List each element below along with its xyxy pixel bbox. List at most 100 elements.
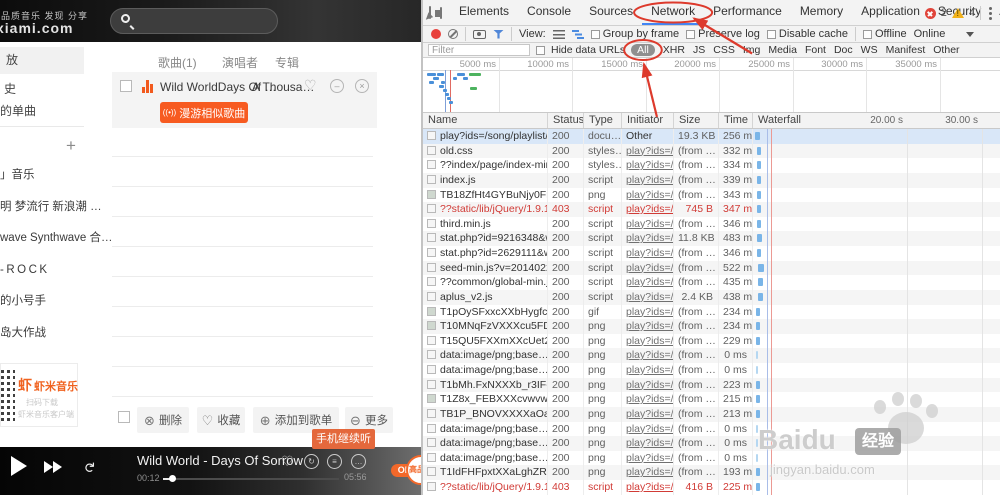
request-name-cell[interactable]: T15QU5FXXmXXcUet2f-1… (423, 333, 548, 349)
initiator-link[interactable]: play?ids=/so… (626, 232, 673, 244)
tab-elements[interactable]: Elements (450, 0, 518, 25)
network-request-row[interactable]: T1bMh.FxNXXXb_r3IF-72-…200png play?ids=/s… (423, 377, 1000, 393)
sidebar-playlist-item[interactable]: 明 梦流行 新浪潮 … (0, 198, 102, 216)
initiator-link[interactable]: play?ids=/so… (626, 291, 673, 303)
player-song-title[interactable]: Wild World - Days Of Sorrow (137, 453, 303, 468)
filter-type-img[interactable]: Img (743, 44, 761, 56)
request-initiator[interactable]: play?ids=/so… (622, 172, 674, 188)
option-disable-cache[interactable]: Disable cache (766, 28, 848, 40)
network-request-row[interactable]: ??static/lib/jQuery/1.9.1/j…403script pla… (423, 202, 1000, 217)
initiator-link[interactable]: play?ids=/so… (626, 349, 673, 361)
request-initiator[interactable]: play?ids=/so… (622, 333, 674, 349)
sidebar-playlist-item[interactable]: 的小号手 (0, 292, 46, 310)
request-initiator[interactable]: play?ids=/so… (622, 421, 674, 437)
request-name-cell[interactable]: seed-min.js?v=201402251… (423, 260, 548, 276)
filter-type-css[interactable]: CSS (713, 44, 735, 56)
clear-button[interactable] (448, 29, 458, 39)
request-initiator[interactable]: play?ids=/so… (622, 216, 674, 232)
player-favorite-icon[interactable]: ♡ (281, 453, 294, 470)
initiator-link[interactable]: play?ids=/so… (626, 481, 673, 493)
sidebar-playlist-item[interactable]: 」音乐 (0, 166, 35, 184)
record-button[interactable] (431, 29, 441, 39)
request-name-cell[interactable]: third.min.js (423, 216, 548, 232)
repeat-icon[interactable]: ↻ (80, 462, 97, 474)
filter-funnel-icon[interactable] (493, 29, 504, 39)
request-initiator[interactable]: Other (622, 129, 674, 144)
network-request-row[interactable]: data:image/png;base…200png play?ids=/so…(… (423, 348, 1000, 363)
request-name-cell[interactable]: data:image/png;base… (423, 348, 548, 363)
filter-type-other[interactable]: Other (933, 44, 959, 56)
filter-type-manifest[interactable]: Manifest (886, 44, 926, 56)
column-type[interactable]: Type (584, 113, 622, 128)
waterfall-view-icon[interactable] (571, 29, 584, 39)
quality-badge[interactable]: 高品质 (406, 455, 421, 485)
error-count[interactable]: 2 (941, 7, 947, 19)
tab-performance[interactable]: Performance (704, 0, 791, 25)
initiator-link[interactable]: play?ids=/so… (626, 276, 673, 288)
select-all-checkbox[interactable] (118, 411, 130, 423)
tab-songs[interactable]: 歌曲(1) (158, 54, 197, 71)
network-request-row[interactable]: stat.php?id=2629111&we…200script play?ids… (423, 246, 1000, 261)
sidebar-item-history[interactable]: 史 (0, 79, 16, 99)
column-time[interactable]: Time (719, 113, 753, 128)
offline-checkbox[interactable] (862, 29, 872, 39)
tab-artists[interactable]: 演唱者 (222, 54, 258, 71)
column-name[interactable]: Name (423, 113, 548, 128)
filter-type-media[interactable]: Media (768, 44, 797, 56)
network-request-row[interactable]: T1pOySFxxcXXbHygfc-30-…200gif play?ids=/s… (423, 304, 1000, 320)
checkbox[interactable] (590, 29, 600, 39)
filter-type-font[interactable]: Font (805, 44, 826, 56)
comment-icon[interactable]: ≡ (327, 454, 342, 469)
request-initiator[interactable]: play?ids=/so… (622, 231, 674, 246)
more-circle-icon[interactable]: – (330, 79, 344, 93)
request-name-cell[interactable]: TB1P_BNOVXXXXaOaXXX… (423, 406, 548, 422)
network-request-row[interactable]: third.min.js 200script play?ids=/so…(from … (423, 216, 1000, 232)
initiator-link[interactable]: play?ids=/so… (626, 262, 673, 274)
request-name-cell[interactable]: T1pOySFxxcXXbHygfc-30-… (423, 304, 548, 320)
network-request-row[interactable]: seed-min.js?v=201402251…200script play?id… (423, 260, 1000, 276)
request-name-cell[interactable]: TB18ZfHt4GYBuNjy0FnXX… (423, 187, 548, 203)
request-initiator[interactable]: play?ids=/so… (622, 289, 674, 305)
share-icon[interactable]: ↻ (304, 454, 319, 469)
device-toolbar-icon[interactable] (435, 6, 442, 19)
filter-input[interactable] (428, 44, 530, 56)
initiator-link[interactable]: play?ids=/so… (626, 306, 673, 318)
request-name-cell[interactable]: data:image/png;base… (423, 363, 548, 378)
column-initiator[interactable]: Initiator (622, 113, 674, 128)
request-initiator[interactable]: play?ids=/so… (622, 187, 674, 203)
request-initiator[interactable]: play?ids=/so… (622, 480, 674, 495)
sidebar-playlist-item[interactable]: 岛大作战 (0, 324, 46, 342)
tab-application[interactable]: Application (852, 0, 929, 25)
chevron-down-icon[interactable] (966, 31, 975, 37)
filter-type-all[interactable]: All (631, 44, 655, 56)
network-request-row[interactable]: stat.php?id=9216348&web…200script play?id… (423, 231, 1000, 246)
throttling-select[interactable]: Online (914, 28, 946, 40)
initiator-link[interactable]: play?ids=/so… (626, 408, 673, 420)
request-name-cell[interactable]: ??static/lib/jQuery/1.9.1/j… (423, 202, 548, 217)
favorite-button[interactable]: ♡ 收藏 (197, 407, 245, 433)
play-icon[interactable] (11, 456, 27, 476)
request-initiator[interactable]: play?ids=/so… (622, 363, 674, 378)
network-request-row[interactable]: play?ids=/song/playlist/id…200docu… Other… (423, 129, 1000, 144)
request-name-cell[interactable]: T10MNqFzVXXXcu5FDa-2… (423, 319, 548, 334)
initiator-link[interactable]: play?ids=/so… (626, 452, 673, 464)
add-playlist-button[interactable]: + (66, 136, 76, 156)
request-initiator[interactable]: play?ids=/so… (622, 158, 674, 173)
network-request-row[interactable]: aplus_v2.js 200script play?ids=/so…2.4 KB4… (423, 289, 1000, 305)
warning-icon[interactable] (951, 8, 964, 18)
song-row[interactable]: Wild WorldDays Of … A Thousa… ♡ – × ((•)… (112, 72, 377, 128)
request-name-cell[interactable]: T1IdFHFpxtXXaLghZR-80-… (423, 465, 548, 480)
inspect-icon[interactable] (429, 6, 431, 19)
network-request-row[interactable]: data:image/png;base…200png play?ids=/so…(… (423, 450, 1000, 466)
continue-on-phone-button[interactable]: 手机继续听 (312, 429, 375, 449)
initiator-link[interactable]: play?ids=/so… (626, 393, 673, 405)
network-request-row[interactable]: T1IdFHFpxtXXaLghZR-80-…200png play?ids=/s… (423, 465, 1000, 480)
column-size[interactable]: Size (674, 113, 719, 128)
request-name-cell[interactable]: aplus_v2.js (423, 289, 548, 305)
progress-track[interactable] (163, 478, 339, 480)
request-initiator[interactable]: play?ids=/so… (622, 406, 674, 422)
request-initiator[interactable]: play?ids=/so… (622, 202, 674, 217)
request-initiator[interactable]: play?ids=/so… (622, 143, 674, 159)
tab-network[interactable]: Network (642, 0, 705, 25)
request-name-cell[interactable]: old.css (423, 143, 548, 159)
